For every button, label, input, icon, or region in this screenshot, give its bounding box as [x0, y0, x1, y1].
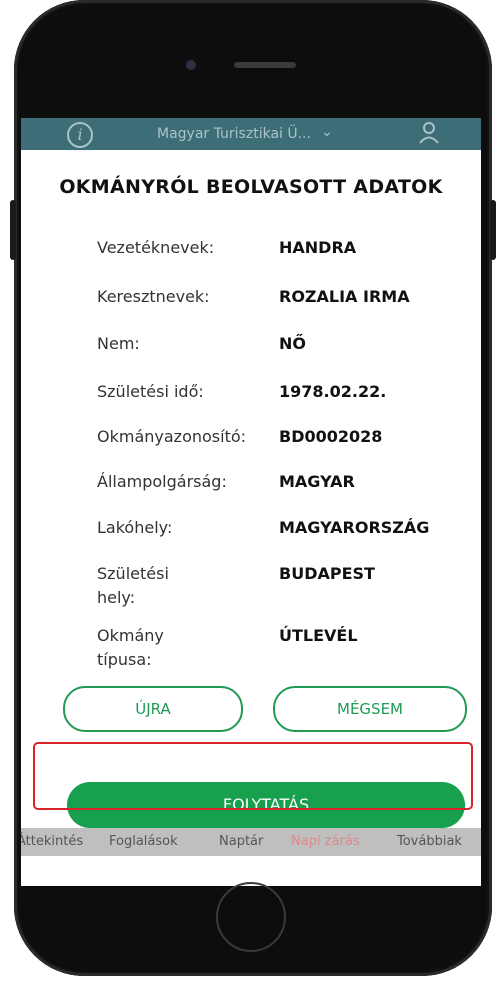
- front-camera: [186, 60, 196, 70]
- user-icon[interactable]: [419, 122, 439, 149]
- nav-item-overview[interactable]: Áttekintés: [21, 834, 83, 849]
- field-value: BD0002028: [279, 427, 383, 446]
- field-value: MAGYAR: [279, 472, 355, 491]
- volume-button: [10, 200, 16, 260]
- scanned-document-dialog: OKMÁNYRÓL BEOLVASOTT ADATOK Vezetéknevek…: [21, 150, 481, 828]
- power-button: [490, 200, 496, 260]
- cancel-button[interactable]: MÉGSEM: [273, 686, 467, 732]
- field-value: HANDRA: [279, 238, 357, 257]
- field-value: MAGYARORSZÁG: [279, 518, 430, 537]
- app-header: i Magyar Turisztikai Ü... ⌄: [21, 118, 481, 150]
- chevron-down-icon[interactable]: ⌄: [321, 124, 333, 140]
- info-icon[interactable]: i: [67, 122, 93, 148]
- field-label: Vezetéknevek:: [97, 238, 215, 257]
- nav-item-more[interactable]: Továbbiak: [397, 834, 462, 849]
- retry-button[interactable]: ÚJRA: [63, 686, 243, 732]
- field-value: ÚTLEVÉL: [279, 626, 358, 645]
- nav-item-daily-close[interactable]: Napi zárás: [291, 834, 360, 849]
- field-label: Nem:: [97, 334, 140, 353]
- field-label: Születési hely:: [97, 564, 169, 607]
- field-label: Okmány típusa:: [97, 626, 164, 669]
- field-label: Lakóhely:: [97, 518, 173, 537]
- field-label: Keresztnevek:: [97, 287, 210, 306]
- field-value: NŐ: [279, 334, 306, 353]
- field-label: Állampolgárság:: [97, 472, 227, 491]
- nav-item-bookings[interactable]: Foglalások: [109, 834, 178, 849]
- field-value: 1978.02.22.: [279, 382, 387, 401]
- user-icon-svg: [419, 122, 439, 144]
- dialog-title: OKMÁNYRÓL BEOLVASOTT ADATOK: [59, 176, 443, 198]
- account-selector-title[interactable]: Magyar Turisztikai Ü...: [157, 126, 311, 142]
- continue-highlight-box: [33, 742, 473, 810]
- earpiece-speaker: [234, 62, 296, 68]
- field-label: Születési idő:: [97, 382, 204, 401]
- field-value: BUDAPEST: [279, 564, 375, 583]
- field-value: ROZALIA IRMA: [279, 287, 410, 306]
- nav-item-calendar[interactable]: Naptár: [219, 834, 263, 849]
- bottom-navigation: Áttekintés Foglalások Naptár Napi zárás …: [21, 828, 481, 856]
- field-label: Okmányazonosító:: [97, 427, 247, 446]
- home-button[interactable]: [216, 882, 286, 952]
